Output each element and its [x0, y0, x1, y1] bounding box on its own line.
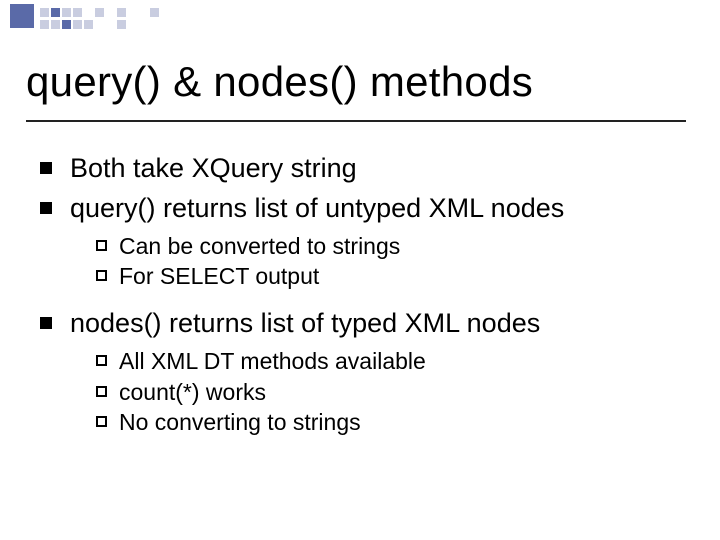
bullet-filled-icon	[40, 162, 52, 174]
deco-big-square	[10, 4, 34, 28]
sub-list-item-text: Can be converted to strings	[119, 232, 400, 261]
list-item: query() returns list of untyped XML node…	[40, 192, 690, 226]
sub-list-item: Can be converted to strings	[96, 232, 690, 261]
slide-decoration	[0, 0, 720, 36]
bullet-filled-icon	[40, 202, 52, 214]
title-underline	[26, 120, 686, 122]
bullet-hollow-icon	[96, 240, 107, 251]
bullet-hollow-icon	[96, 270, 107, 281]
bullet-hollow-icon	[96, 386, 107, 397]
list-item: nodes() returns list of typed XML nodes	[40, 307, 690, 341]
list-item-text: nodes() returns list of typed XML nodes	[70, 307, 540, 341]
bullet-hollow-icon	[96, 416, 107, 427]
bullet-filled-icon	[40, 317, 52, 329]
list-item-text: Both take XQuery string	[70, 152, 357, 186]
sub-list-item: count(*) works	[96, 378, 690, 407]
sub-list: Can be converted to strings For SELECT o…	[96, 232, 690, 292]
sub-list-item-text: No converting to strings	[119, 408, 361, 437]
sub-list-item: For SELECT output	[96, 262, 690, 291]
deco-row-bottom	[40, 16, 128, 34]
sub-list-item-text: All XML DT methods available	[119, 347, 426, 376]
bullet-hollow-icon	[96, 355, 107, 366]
sub-list-item-text: For SELECT output	[119, 262, 319, 291]
sub-list: All XML DT methods available count(*) wo…	[96, 347, 690, 437]
list-item: Both take XQuery string	[40, 152, 690, 186]
sub-list-item-text: count(*) works	[119, 378, 266, 407]
slide-body: Both take XQuery string query() returns …	[40, 152, 690, 453]
sub-list-item: All XML DT methods available	[96, 347, 690, 376]
sub-list-item: No converting to strings	[96, 408, 690, 437]
slide-title: query() & nodes() methods	[26, 58, 533, 106]
list-item-text: query() returns list of untyped XML node…	[70, 192, 564, 226]
